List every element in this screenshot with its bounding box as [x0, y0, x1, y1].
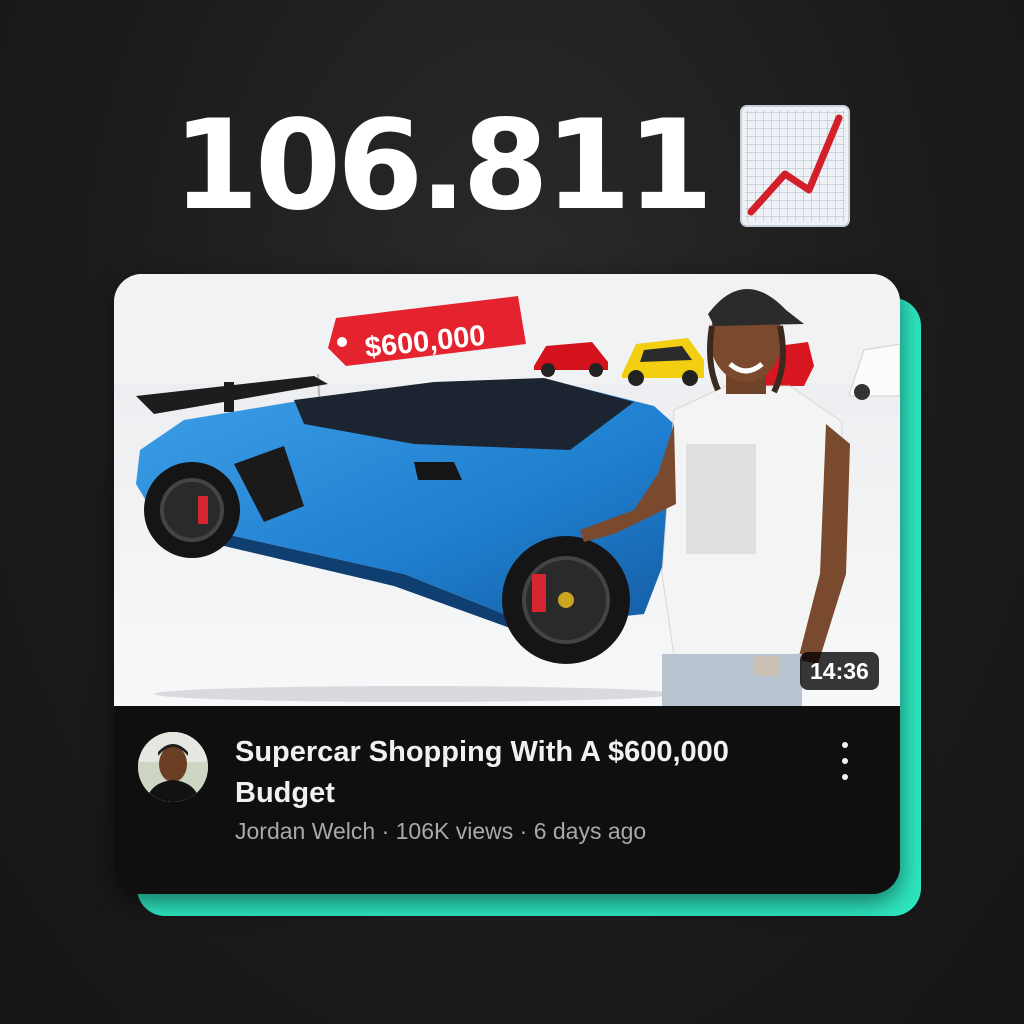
more-options-icon[interactable] [830, 738, 860, 784]
view-count-headline: 106.811 [0, 96, 1024, 236]
duration-badge: 14:36 [800, 652, 879, 690]
view-count: 106.811 [172, 94, 714, 238]
video-title[interactable]: Supercar Shopping With A $600,000 Budget [235, 732, 795, 814]
chart-increasing-icon [740, 105, 851, 227]
channel-avatar[interactable] [138, 732, 208, 802]
video-thumbnail[interactable]: $600,000 [114, 274, 900, 706]
video-meta: Jordan Welch · 106K views · 6 days ago [235, 818, 647, 844]
video-info: Supercar Shopping With A $600,000 Budget… [114, 706, 900, 894]
video-card[interactable]: $600,000 14:36 Supercar Shopping With A … [114, 274, 900, 894]
